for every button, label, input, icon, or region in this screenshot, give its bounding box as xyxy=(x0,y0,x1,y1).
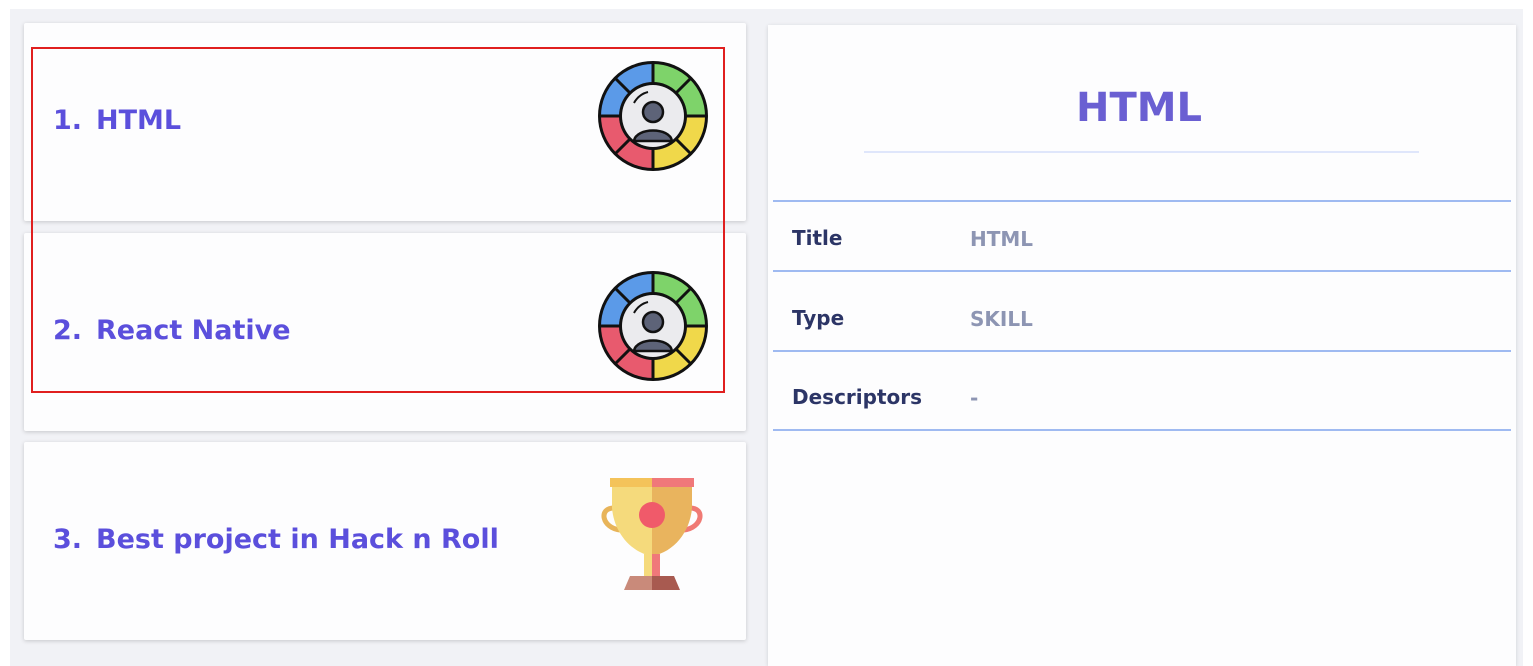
trophy-icon xyxy=(600,478,704,598)
property-value-type: SKILL xyxy=(970,307,1033,331)
list-item-1[interactable]: 1. HTML xyxy=(24,23,746,221)
list-item-number: 1. xyxy=(53,105,83,136)
list-item-number: 2. xyxy=(53,315,83,346)
list-item-title: Best project in Hack n Roll xyxy=(96,524,499,555)
list-item-2[interactable]: 2. React Native xyxy=(24,233,746,431)
property-name-type: Type xyxy=(792,306,845,330)
list-item-3[interactable]: 3. Best project in Hack n Roll xyxy=(24,442,746,640)
skill-wheel-icon xyxy=(596,269,710,387)
skill-wheel-icon xyxy=(596,59,710,177)
list-item-label: 2. React Native xyxy=(53,315,291,346)
row-divider xyxy=(773,270,1511,272)
row-divider xyxy=(773,350,1511,352)
detail-title: HTML xyxy=(1075,85,1203,131)
property-name-title: Title xyxy=(792,226,843,250)
list-item-title: HTML xyxy=(96,105,182,136)
row-divider xyxy=(773,200,1511,202)
list-item-label: 1. HTML xyxy=(53,105,181,136)
list-item-number: 3. xyxy=(53,524,83,555)
property-value-descriptors: - xyxy=(970,386,979,410)
list-item-label: 3. Best project in Hack n Roll xyxy=(53,524,499,555)
title-divider xyxy=(864,151,1419,153)
property-name-descriptors: Descriptors xyxy=(792,385,923,409)
detail-panel: HTML Title HTML Type SKILL Descriptors - xyxy=(768,25,1516,666)
list-item-title: React Native xyxy=(96,315,291,346)
property-value-title: HTML xyxy=(970,227,1034,251)
row-divider xyxy=(773,429,1511,431)
